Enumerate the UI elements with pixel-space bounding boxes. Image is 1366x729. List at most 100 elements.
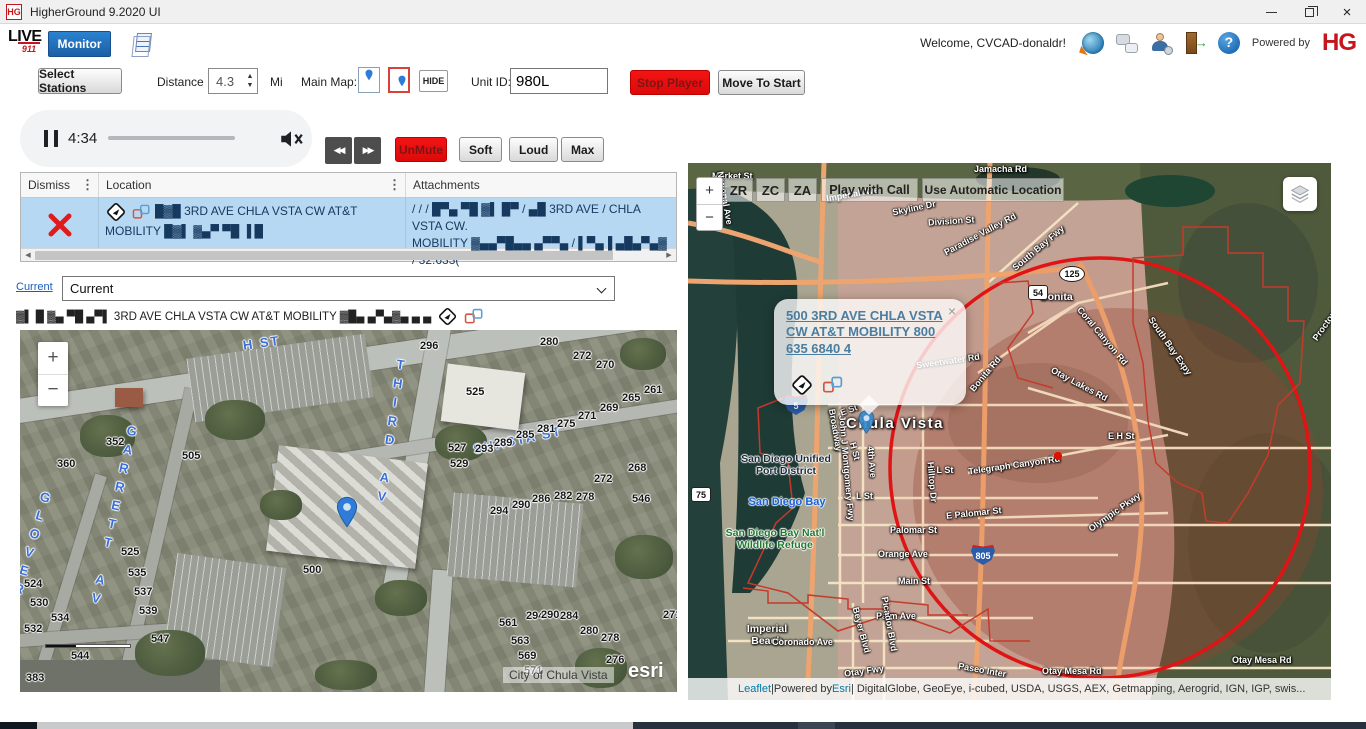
map-label: Palomar St — [890, 525, 937, 535]
main-map-toggle-2[interactable] — [388, 67, 410, 93]
restore-icon — [1305, 8, 1314, 17]
parcel-number-label: 265 — [622, 392, 640, 404]
map-zoom-control[interactable]: + − — [38, 342, 68, 406]
bottom-scrollbar[interactable] — [0, 722, 1366, 729]
scrollbar-thumb[interactable] — [35, 251, 613, 260]
popup-address-link[interactable]: 500 3RD AVE CHLA VSTA CW AT&T MOBILITY 8… — [786, 308, 952, 357]
current-link[interactable]: Current — [16, 281, 53, 293]
muted-speaker-icon[interactable] — [278, 126, 304, 152]
scrollbar-thumb[interactable] — [37, 722, 633, 729]
notes-icon[interactable] — [135, 33, 152, 52]
scroll-right-icon[interactable]: ▶ — [662, 251, 676, 259]
unmute-button[interactable]: UnMute — [395, 137, 447, 162]
pin-icon — [365, 69, 373, 81]
zoom-in-button[interactable]: + — [38, 342, 68, 375]
call-link-icon[interactable] — [464, 307, 484, 326]
location-column-header[interactable]: Location ⋮ — [99, 173, 406, 197]
map-zoom-control[interactable]: + − — [696, 177, 723, 231]
zc-button[interactable]: ZC — [756, 178, 785, 202]
attr-powered: Powered by — [774, 683, 832, 695]
hide-button[interactable]: HIDE — [419, 70, 448, 92]
hg-logo: HG — [1322, 31, 1356, 55]
player-seekbar[interactable] — [108, 136, 235, 140]
live911-logo-live: LIVE — [8, 30, 44, 44]
dismiss-column-header[interactable]: Dismiss ⋮ — [21, 173, 99, 197]
play-with-call-button[interactable]: Play with Call — [821, 178, 918, 202]
spin-up-icon[interactable]: ▲ — [247, 73, 254, 80]
highway-shield: 75 — [691, 487, 711, 502]
esri-link[interactable]: Esri — [832, 683, 851, 695]
move-to-start-button[interactable]: Move To Start — [718, 70, 805, 95]
za-button[interactable]: ZA — [788, 178, 817, 202]
loud-volume-button[interactable]: Loud — [509, 137, 558, 162]
map-label: Orange Ave — [878, 549, 928, 559]
parcel-number-label: 278 — [601, 632, 619, 644]
globe-refresh-icon[interactable] — [1082, 32, 1104, 54]
waypoint-diamond-icon[interactable] — [437, 306, 458, 327]
zoom-out-button[interactable]: − — [697, 205, 722, 231]
parcel-number-label: 280 — [540, 336, 558, 348]
monitor-tab[interactable]: Monitor — [48, 31, 111, 57]
trees — [260, 490, 302, 520]
parcel-number-label: 561 — [499, 617, 517, 629]
dismiss-x-icon[interactable] — [47, 212, 73, 238]
user-settings-icon[interactable] — [1150, 32, 1172, 54]
stop-player-button[interactable]: Stop Player — [630, 70, 710, 95]
parcel-number-label: 360 — [57, 458, 75, 470]
street-detail-map[interactable]: H STTHIRD AVSHASTA STGARRETT AVGLOVER AV… — [20, 330, 677, 692]
area-overview-map[interactable]: Market StJamacha RdNational AveDivision … — [688, 163, 1331, 700]
powered-by-label: Powered by — [1252, 37, 1310, 49]
calls-table: Dismiss ⋮ Location ⋮ Attachments — [20, 172, 677, 262]
spinner-arrows[interactable]: ▲▼ — [243, 69, 257, 93]
select-stations-button[interactable]: Select Stations — [38, 68, 122, 94]
minimize-button[interactable] — [1252, 0, 1290, 24]
call-link-icon[interactable] — [822, 375, 844, 395]
call-link-icon — [132, 203, 151, 221]
fast-forward-button[interactable]: ▶▶ — [354, 137, 381, 164]
distance-spinner[interactable]: 4.3 ▲▼ — [208, 68, 258, 94]
zr-button[interactable]: ZR — [724, 178, 753, 202]
dismiss-cell[interactable] — [21, 198, 99, 248]
header-right: Welcome, CVCAD-donaldr! → ? Powered by H… — [920, 26, 1356, 60]
rewind-button[interactable]: ◀◀ — [325, 137, 352, 164]
close-button[interactable]: × — [1328, 0, 1366, 24]
view-dropdown[interactable]: Current — [62, 276, 615, 301]
unit-id-input[interactable] — [510, 68, 608, 94]
chevron-down-icon — [597, 284, 607, 294]
map-label: San Diego Bay — [746, 496, 828, 508]
restore-button[interactable] — [1290, 0, 1328, 24]
call-row[interactable]: █▓█ 3RD AVE CHLA VSTA CW AT&T MOBILITY █… — [21, 198, 676, 248]
help-icon[interactable]: ? — [1218, 32, 1240, 54]
zoom-out-button[interactable]: − — [38, 375, 68, 407]
soft-volume-button[interactable]: Soft — [459, 137, 502, 162]
waypoint-diamond-icon[interactable] — [790, 373, 814, 397]
highway-shield: 125 — [1059, 266, 1085, 282]
selected-call-info: ▓▌ █ ▓▄ ▀█ ▄▀▌ 3RD AVE CHLA VSTA CW AT&T… — [16, 306, 484, 327]
trees — [205, 400, 265, 440]
zoom-in-button[interactable]: + — [697, 178, 722, 205]
parcel-number-label: 276 — [606, 654, 624, 666]
leaflet-link[interactable]: Leaflet — [738, 683, 771, 695]
popup-close-icon[interactable]: × — [948, 303, 956, 319]
parcel-number-label: 383 — [26, 672, 44, 684]
scroll-left-icon[interactable]: ◀ — [21, 251, 35, 259]
map-label: San Diego Unified Port District — [740, 453, 832, 477]
column-menu-icon[interactable]: ⋮ — [81, 177, 94, 193]
house — [115, 388, 143, 407]
attachments-column-header[interactable]: Attachments — [406, 173, 676, 197]
scrollbar-left-cap — [0, 722, 37, 729]
column-menu-icon[interactable]: ⋮ — [388, 177, 401, 193]
close-icon: × — [1343, 5, 1352, 20]
use-automatic-location-button[interactable]: Use Automatic Location — [922, 178, 1064, 202]
attachments-text-line1: / / / █▀▄ ▀█ ▓▌ █▀ / ▄█ 3RD AVE / CHLA V… — [412, 202, 640, 233]
max-volume-button[interactable]: Max — [561, 137, 604, 162]
logout-door-icon[interactable]: → — [1184, 32, 1206, 54]
pause-button[interactable] — [44, 130, 58, 147]
map-label: Main St — [898, 576, 930, 586]
parcel-number-label: 281 — [537, 423, 555, 435]
parcel-number-label: 293 — [475, 443, 493, 455]
chat-icon[interactable] — [1116, 32, 1138, 54]
spin-down-icon[interactable]: ▼ — [247, 82, 254, 89]
main-map-toggle-1[interactable] — [358, 67, 380, 93]
layers-button[interactable] — [1283, 177, 1317, 211]
